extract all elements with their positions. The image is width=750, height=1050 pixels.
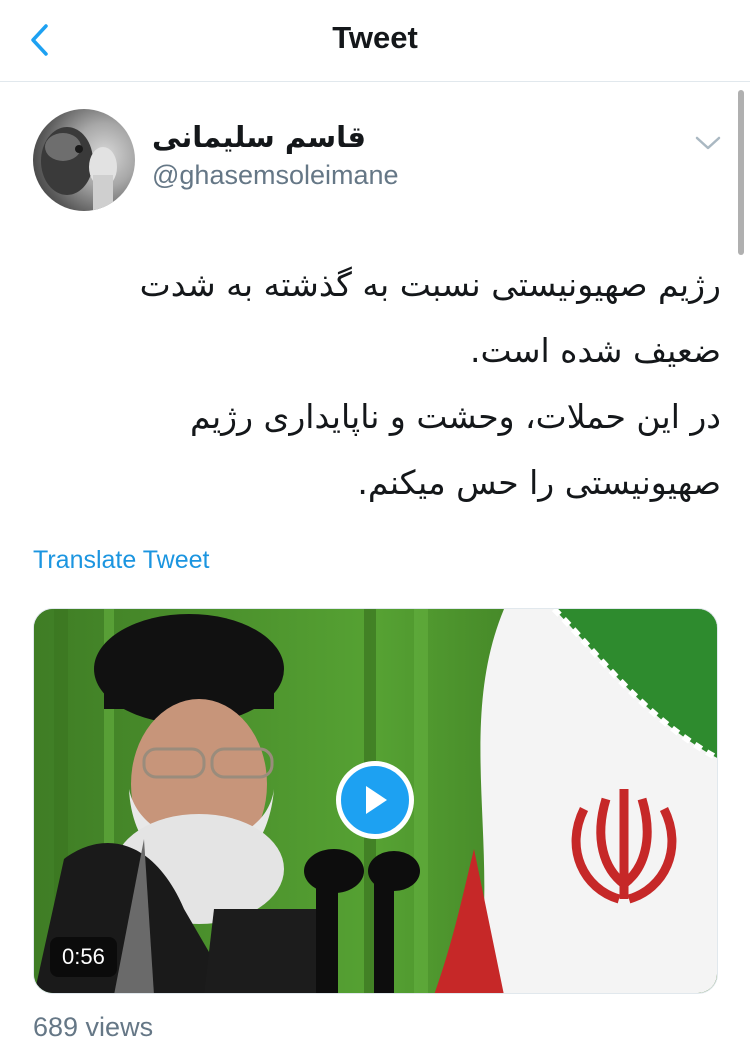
top-navbar: Tweet xyxy=(0,0,750,82)
translate-tweet-link[interactable]: Translate Tweet xyxy=(33,546,209,575)
play-icon xyxy=(366,786,387,814)
video-duration: 0:56 xyxy=(50,937,117,977)
avatar[interactable] xyxy=(33,109,135,211)
tweet-text: رژیم صهیونیستی نسبت به گذشته به شدت ضعیف… xyxy=(33,252,721,516)
tweet-text-line: ضعیف شده است. xyxy=(469,331,721,370)
tweet-text-line: صهیونیستی را حس میکنم. xyxy=(357,463,721,502)
page-title: Tweet xyxy=(332,20,418,55)
author-display-name[interactable]: قاسم سلیمانی xyxy=(152,120,366,154)
tweet-text-line: رژیم صهیونیستی نسبت به گذشته به شدت xyxy=(139,265,721,304)
play-button[interactable] xyxy=(336,761,414,839)
tweet-text-line: در این حملات، وحشت و ناپایداری رژیم xyxy=(190,397,721,436)
view-count: 689 views xyxy=(33,1012,154,1042)
avatar-photo xyxy=(41,127,117,211)
more-options-button[interactable] xyxy=(690,128,726,158)
video-player[interactable]: 0:56 xyxy=(33,608,718,994)
author-handle[interactable]: @ghasemsoleimane xyxy=(152,160,399,191)
chevron-down-icon xyxy=(695,136,721,150)
scrollbar[interactable] xyxy=(738,90,744,255)
